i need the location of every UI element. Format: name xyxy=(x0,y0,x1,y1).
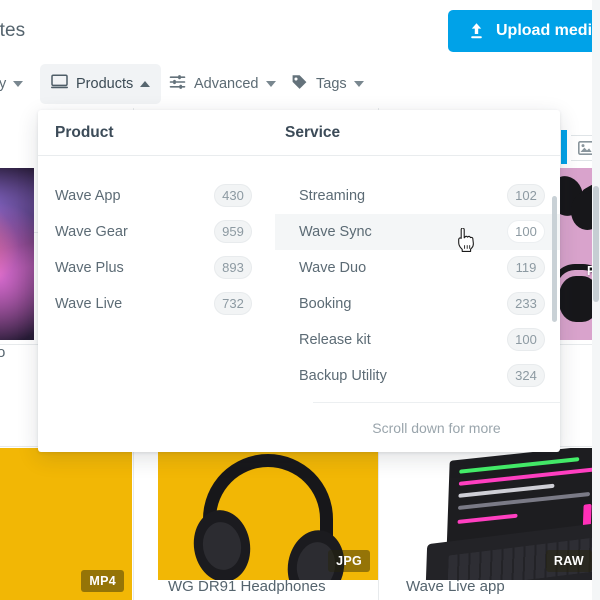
dropdown-item-count: 959 xyxy=(214,220,252,243)
dropdown-item-count: 233 xyxy=(507,292,545,315)
media-card[interactable]: MP4 xyxy=(0,448,132,600)
view-mode-active-indicator[interactable] xyxy=(561,130,567,164)
dropdown-item-label: Wave Sync xyxy=(299,224,372,240)
mouse-cursor-pointer xyxy=(458,228,474,252)
chevron-down-icon xyxy=(353,81,364,87)
dropdown-item-wave-live[interactable]: Wave Live 732 xyxy=(38,286,275,322)
dropdown-item-count: 732 xyxy=(214,292,252,315)
dropdown-item-label: Wave Gear xyxy=(55,224,128,240)
upload-media-button[interactable]: Upload media xyxy=(448,10,600,52)
filter-chip-tags[interactable]: Tags xyxy=(280,64,375,104)
media-thumbnail: JPG xyxy=(158,448,378,580)
filter-chip-products[interactable]: Products xyxy=(40,64,162,104)
dropdown-item-label: Wave Live xyxy=(55,296,123,312)
format-badge: JPG xyxy=(328,550,370,572)
dropdown-item-count: 100 xyxy=(507,328,545,351)
phone-lockscreen-thumb: 09:4 Monday, 13 Novem xyxy=(0,168,34,340)
filter-chip-advanced[interactable]: Advanced xyxy=(158,64,287,104)
chevron-up-icon xyxy=(140,81,151,87)
dropdown-item-label: Backup Utility xyxy=(299,368,387,384)
filter-chip-label: y xyxy=(0,76,7,92)
media-thumbnail: RAW xyxy=(398,448,600,580)
dropdown-item-count: 430 xyxy=(214,184,252,207)
upload-media-label: Upload media xyxy=(496,22,600,39)
column-header-product: Product xyxy=(55,124,114,141)
page-scrollbar[interactable] xyxy=(592,0,600,600)
dropdown-item-count: 119 xyxy=(507,256,545,279)
media-library-page: 09:4 Monday, 13 Novem old Co ity Inte xyxy=(0,0,600,600)
dropdown-header: Product Service xyxy=(38,110,560,156)
waveform-row xyxy=(458,483,555,498)
dropdown-item-backup-utility[interactable]: Backup Utility 324 xyxy=(275,358,560,394)
column-header-service: Service xyxy=(285,124,341,141)
filter-chip-category[interactable]: y xyxy=(0,64,34,104)
scroll-down-hint[interactable]: Scroll down for more xyxy=(313,402,560,452)
media-thumbnail: 09:4 Monday, 13 Novem xyxy=(0,168,34,340)
dropdown-item-wave-gear[interactable]: Wave Gear 959 xyxy=(38,214,275,250)
media-card-title: Wave Live app xyxy=(406,578,505,595)
dropdown-item-wave-duo[interactable]: Wave Duo 119 xyxy=(275,250,560,286)
waveform-row xyxy=(457,513,518,524)
chevron-down-icon xyxy=(13,81,24,87)
dropdown-item-streaming[interactable]: Streaming 102 xyxy=(275,178,560,214)
dropdown-item-label: Wave Plus xyxy=(55,260,124,276)
sliders-icon xyxy=(169,74,186,95)
dropdown-column-product: Wave App 430 Wave Gear 959 Wave Plus 893… xyxy=(38,156,275,322)
page-title: mplates xyxy=(0,20,26,41)
dropdown-item-label: Wave App xyxy=(55,188,121,204)
dropdown-item-wave-app[interactable]: Wave App 430 xyxy=(38,178,275,214)
media-card[interactable]: 09:4 Monday, 13 Novem xyxy=(0,168,34,340)
monitor-icon xyxy=(51,74,68,94)
media-card[interactable]: RAW xyxy=(398,448,600,580)
dropdown-item-booking[interactable]: Booking 233 xyxy=(275,286,560,322)
dropdown-scrollbar[interactable] xyxy=(552,196,557,322)
chevron-down-icon xyxy=(265,81,276,87)
dropdown-item-label: Streaming xyxy=(299,188,366,204)
dropdown-item-count: 102 xyxy=(507,184,545,207)
dropdown-item-label: Booking xyxy=(299,296,352,312)
dropdown-item-count: 893 xyxy=(214,256,252,279)
dropdown-item-label: Wave Duo xyxy=(299,260,367,276)
filter-chip-label: Advanced xyxy=(194,76,259,92)
media-card-title: old Co xyxy=(0,344,6,361)
tag-icon xyxy=(291,74,308,95)
media-card-title: WG DR91 Headphones xyxy=(168,578,326,595)
format-badge: MP4 xyxy=(81,570,124,592)
format-badge: RAW xyxy=(545,550,592,572)
media-thumbnail: MP4 xyxy=(0,448,132,600)
page-scrollbar-thumb[interactable] xyxy=(593,186,599,302)
upload-icon xyxy=(471,23,482,39)
dropdown-item-release-kit[interactable]: Release kit 100 xyxy=(275,322,560,358)
dropdown-column-service: Streaming 102 Wave Sync 100 Wave Duo 119… xyxy=(275,156,560,394)
filter-chip-label: Tags xyxy=(316,76,347,92)
filter-chip-label: Products xyxy=(76,76,134,92)
media-card[interactable]: JPG xyxy=(158,448,378,580)
filter-bar: y Products Advanced Tags xyxy=(0,60,600,108)
page-header: mplates Upload media xyxy=(0,0,600,60)
dropdown-item-count: 324 xyxy=(507,364,545,387)
dropdown-item-wave-plus[interactable]: Wave Plus 893 xyxy=(38,250,275,286)
dropdown-item-label: Release kit xyxy=(299,332,371,348)
dropdown-item-wave-sync[interactable]: Wave Sync 100 xyxy=(275,214,560,250)
products-dropdown-panel: Product Service Wave App 430 Wave Gear 9… xyxy=(38,110,560,452)
dropdown-item-count: 100 xyxy=(507,220,545,243)
